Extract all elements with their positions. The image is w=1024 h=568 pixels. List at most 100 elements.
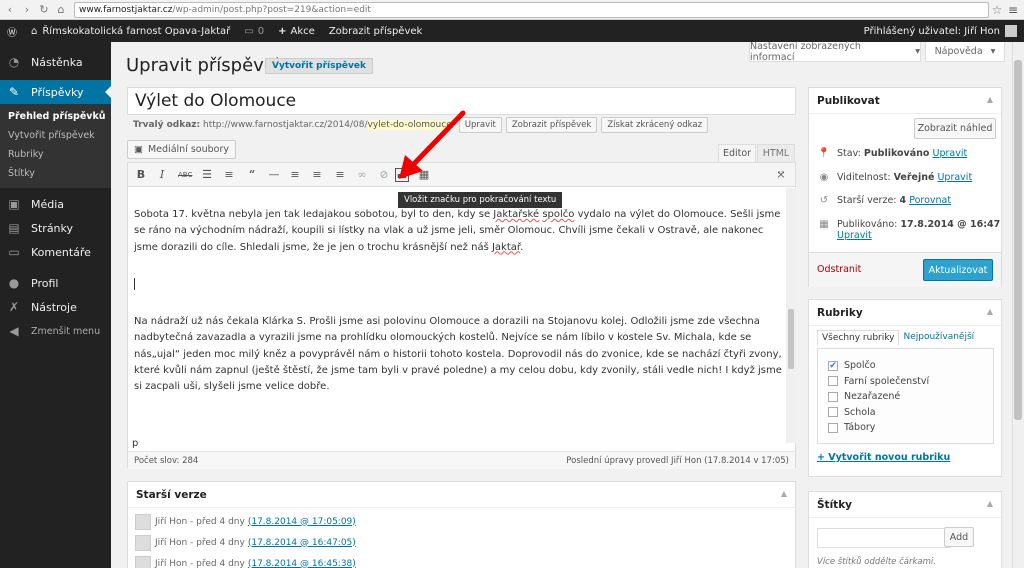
numbered-list-icon[interactable]: ≡ (222, 168, 236, 182)
sidebar-item-comments[interactable]: ▭ Komentáře (0, 240, 111, 264)
revision-link[interactable]: (17.8.2014 @ 17:05:09) (248, 517, 356, 527)
category-checkbox[interactable] (828, 391, 838, 402)
categories-title[interactable]: Rubriky ▲ (809, 300, 1001, 326)
strikethrough-icon[interactable]: ABC (178, 168, 192, 182)
submenu-item-all-posts[interactable]: Přehled příspěvků (0, 107, 111, 126)
collapse-toggle-icon[interactable]: ▲ (987, 499, 993, 508)
category-label: Schola (844, 406, 876, 418)
url-path: /wp-admin/post.php?post=219&action=edit (172, 4, 371, 15)
revisions-title[interactable]: Starší verze ▲ (128, 482, 795, 508)
permalink-row: Trvalý odkaz: http://www.farnostjaktar.c… (133, 116, 709, 134)
bookmark-star-icon[interactable]: ☆ (989, 3, 1005, 17)
collapse-toggle-icon[interactable]: ▲ (781, 489, 787, 498)
publish-title[interactable]: Publikovat ▲ (809, 88, 1001, 114)
italic-icon[interactable]: I (155, 168, 169, 182)
add-media-button[interactable]: ▣ Mediální soubory (127, 140, 236, 159)
add-new-post-button[interactable]: Vytvořit příspěvek (265, 58, 373, 74)
category-checkbox[interactable] (828, 422, 838, 433)
collapse-toggle-icon[interactable]: ▲ (987, 95, 993, 104)
sidebar-item-profile[interactable]: ● Profil (0, 271, 111, 295)
sidebar-item-tools[interactable]: ✗ Nástroje (0, 295, 111, 319)
sidebar-item-dashboard[interactable]: ◔ Nástěnka (0, 50, 111, 74)
home-icon[interactable]: ⌂ (54, 3, 68, 16)
collapse-toggle-icon[interactable]: ▲ (987, 307, 993, 316)
get-shortlink-button[interactable]: Získat zkrácený odkaz (601, 117, 709, 133)
category-label: Nezařazené (844, 391, 901, 403)
dashboard-icon: ◔ (8, 55, 20, 69)
publish-box: Publikovat ▲ 📍 Stav: Publikováno Upravit ◉… (808, 87, 1002, 287)
forward-icon[interactable]: › (20, 3, 34, 16)
revision-row: Jiří Hon - před 4 dny (17.8.2014 @ 17:05:… (128, 511, 795, 532)
tags-title-label: Štítky (817, 498, 853, 511)
sidebar-item-posts[interactable]: ✎ Příspěvky (0, 80, 111, 104)
submenu-item-categories[interactable]: Rubriky (0, 145, 111, 164)
sidebar-item-label: Komentáře (31, 245, 91, 259)
new-content-link[interactable]: + Akce (271, 20, 322, 42)
status-value: Publikováno (863, 148, 930, 159)
update-button[interactable]: Aktualizovat (923, 259, 993, 281)
wordpress-logo-icon[interactable]: Ⓦ (0, 20, 24, 42)
edit-permalink-button[interactable]: Upravit (458, 117, 502, 133)
revisions-row: ↺ Starší verze: 4 Porovnat (809, 195, 951, 206)
category-checkbox[interactable] (828, 407, 838, 418)
category-checkbox[interactable]: ✔ (828, 360, 838, 371)
edit-status-link[interactable]: Upravit (932, 148, 967, 159)
address-bar[interactable]: www.farnostjaktar.cz/wp-admin/post.php?p… (74, 1, 989, 18)
screen-options-button[interactable]: Nastavení zobrazených informací ▾ (749, 41, 921, 63)
help-button[interactable]: Nápověda ▾ (925, 42, 1005, 62)
fullscreen-icon[interactable]: ⤧ (774, 168, 788, 182)
edit-visibility-link[interactable]: Upravit (937, 172, 972, 183)
bold-icon[interactable]: B (134, 168, 148, 182)
site-name-link[interactable]: ⌂ Římskokatolická farnost Opava-Jaktař (24, 20, 237, 42)
toolbar-toggle-icon[interactable]: ▦ (417, 168, 431, 182)
reload-icon[interactable]: ↻ (37, 3, 51, 16)
tags-title[interactable]: Štítky ▲ (809, 492, 1001, 518)
permalink-slug[interactable]: vylet-do-olomouce (367, 120, 452, 130)
tab-all-categories[interactable]: Všechny rubriky (817, 330, 900, 346)
revision-author: Jiří Hon - před 4 dny (155, 516, 245, 527)
browser-menu-icon[interactable]: ≡ (1005, 3, 1021, 17)
revision-link[interactable]: (17.8.2014 @ 16:47:05) (248, 538, 356, 548)
comments-count: 0 (257, 25, 265, 37)
category-checkbox[interactable] (828, 376, 838, 387)
tab-popular-categories[interactable]: Nejpoužívanější (899, 330, 978, 346)
add-category-link[interactable]: + Vytvořit novou rubriku (817, 452, 950, 463)
tab-visual[interactable]: Editor (718, 144, 756, 162)
post-title-input[interactable]: Výlet do Olomouce (127, 87, 796, 115)
align-left-icon[interactable]: ≡ (288, 168, 302, 182)
user-account-link[interactable]: Přihlášený uživatel: Jiří Hon (857, 20, 1024, 42)
blockquote-icon[interactable]: “ (245, 168, 259, 182)
compare-revisions-link[interactable]: Porovnat (909, 195, 951, 206)
link-icon[interactable]: ∞ (355, 168, 369, 182)
preview-button[interactable]: Zobrazit náhled (914, 118, 996, 139)
page-scrollbar-thumb[interactable] (1014, 60, 1022, 420)
align-right-icon[interactable]: ≡ (333, 168, 347, 182)
view-post-link[interactable]: Zobrazit příspěvek (322, 20, 430, 42)
visibility-label: Viditelnost: (837, 172, 891, 183)
submenu-item-new-post[interactable]: Vytvořit příspěvek (0, 126, 111, 145)
read-more-icon[interactable]: ▬ (395, 168, 409, 182)
tab-html[interactable]: HTML (757, 144, 795, 162)
sidebar-collapse[interactable]: ◀ Zmenšit menu (0, 319, 111, 343)
sidebar-item-media[interactable]: ▣ Média (0, 192, 111, 216)
bullet-list-icon[interactable]: ☰ (200, 168, 214, 182)
revision-link[interactable]: (17.8.2014 @ 16:45:38) (248, 559, 356, 568)
unlink-icon[interactable]: ⊘ (377, 168, 391, 182)
tag-input[interactable] (817, 528, 951, 548)
comments-link[interactable]: ▭ 0 (237, 20, 271, 42)
delete-link[interactable]: Odstranit (817, 264, 861, 275)
editor-scrollbar-thumb[interactable] (788, 309, 794, 369)
comments-icon: ▭ (8, 245, 20, 259)
pages-icon: ▤ (8, 221, 20, 235)
edit-date-link[interactable]: Upravit (837, 230, 872, 241)
view-post-button[interactable]: Zobrazit příspěvek (505, 117, 598, 133)
submenu-item-tags[interactable]: Štítky (0, 164, 111, 183)
align-center-icon[interactable]: ≡ (310, 168, 324, 182)
media-icon: ▣ (134, 144, 143, 155)
horizontal-line-icon[interactable]: — (267, 168, 281, 182)
permalink-tail: / (451, 120, 455, 130)
editor-content[interactable]: Sobota 17. května nebyla jen tak ledajak… (134, 207, 784, 412)
add-tag-button[interactable]: Add (944, 527, 974, 547)
sidebar-item-pages[interactable]: ▤ Stránky (0, 216, 111, 240)
back-icon[interactable]: ‹ (3, 3, 17, 16)
